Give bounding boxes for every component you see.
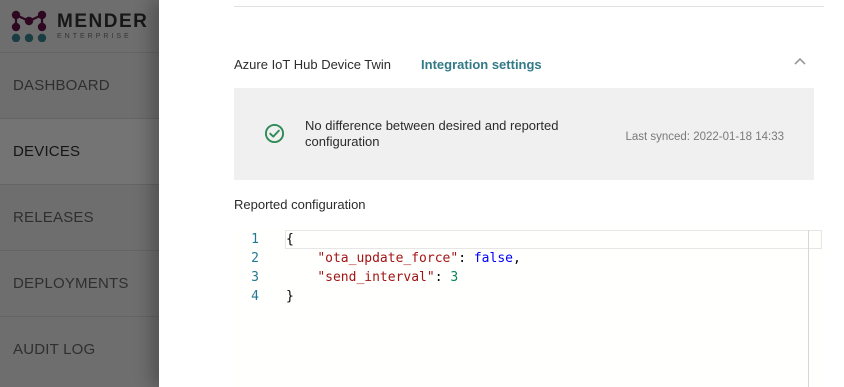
code-line-1: { xyxy=(286,230,521,249)
integration-title: Azure IoT Hub Device Twin xyxy=(234,56,392,72)
section-divider xyxy=(234,6,824,7)
editor-code: { "ota_update_force": false, "send_inter… xyxy=(286,230,521,306)
code-value: false xyxy=(473,251,513,266)
last-synced-timestamp: Last synced: 2022-01-18 14:33 xyxy=(625,131,784,143)
editor-scrollbar-edge[interactable] xyxy=(808,230,809,387)
code-line-4: } xyxy=(286,287,521,306)
code-separator: : xyxy=(458,251,474,266)
code-value: 3 xyxy=(450,270,459,285)
line-number: 1 xyxy=(251,232,259,247)
editor-gutter: 1 2 3 4 xyxy=(234,230,274,306)
code-key: "ota_update_force" xyxy=(317,251,459,266)
chevron-up-icon[interactable] xyxy=(792,54,808,68)
reported-configuration-heading: Reported configuration xyxy=(234,197,366,212)
code-line-2: "ota_update_force": false, xyxy=(286,249,521,268)
line-number: 2 xyxy=(251,251,259,266)
code-trailing-comma: , xyxy=(513,251,521,266)
code-separator: : xyxy=(434,270,451,285)
integration-header: Azure IoT Hub Device Twin Integration se… xyxy=(234,54,814,74)
code-line-3: "send_interval": 3 xyxy=(286,268,521,287)
line-number: 3 xyxy=(251,270,259,285)
sync-status-message: No difference between desired and report… xyxy=(305,118,559,149)
check-circle-icon xyxy=(264,123,285,144)
integration-settings-link[interactable]: Integration settings xyxy=(421,57,542,72)
code-brace-close: } xyxy=(286,289,294,304)
code-brace-open: { xyxy=(286,232,294,247)
sync-status-box: No difference between desired and report… xyxy=(234,88,814,180)
code-key: "send_interval" xyxy=(317,270,435,285)
drawer-backdrop[interactable] xyxy=(0,0,159,387)
line-number: 4 xyxy=(251,289,259,304)
